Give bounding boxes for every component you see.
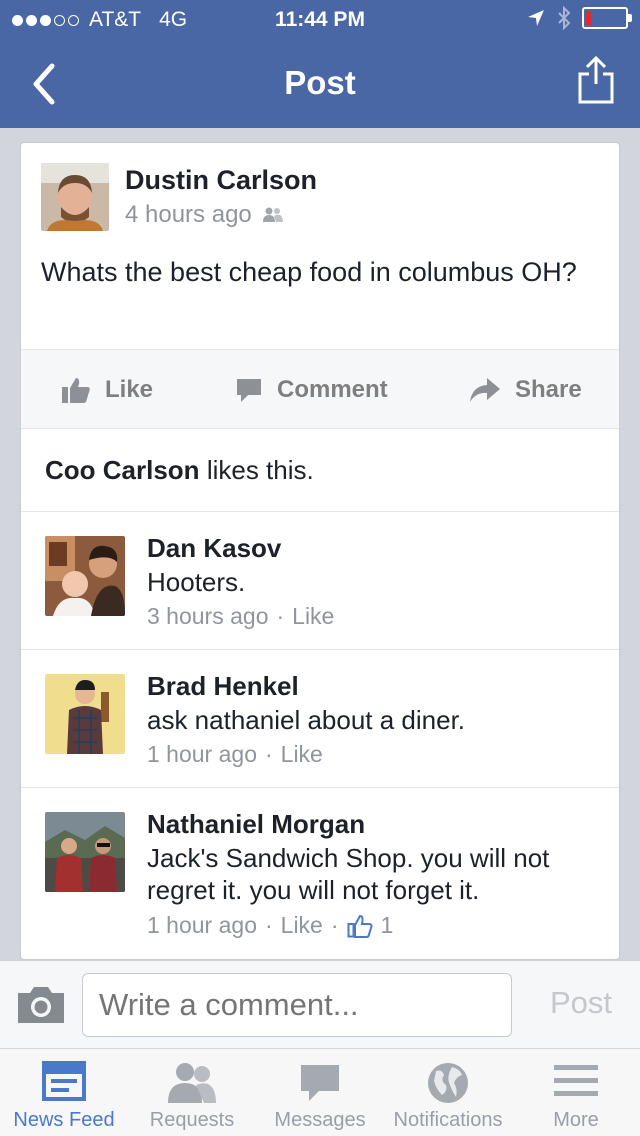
- post-actions: Like Comment Share: [21, 349, 619, 430]
- comment-item: Dan Kasov Hooters. 3 hours ago · Like: [21, 512, 619, 649]
- location-icon: [528, 10, 544, 26]
- meta-separator: ·: [276, 603, 285, 629]
- comment-text: ask nathaniel about a diner.: [147, 705, 466, 735]
- post-card: Dustin Carlson 4 hours ago Whats the bes…: [20, 142, 620, 960]
- commenter-avatar[interactable]: [45, 674, 125, 754]
- commenter-name[interactable]: Brad Henkel: [147, 671, 299, 702]
- status-bar: AT&T 4G 11:44 PM: [0, 0, 640, 40]
- thumbs-up-outline-icon: [347, 914, 373, 938]
- comment-meta: 1 hour ago · Like · 1: [147, 912, 393, 939]
- post-comment-button[interactable]: Post: [550, 985, 612, 1021]
- commenter-name[interactable]: Nathaniel Morgan: [147, 809, 365, 840]
- comment-item: Brad Henkel ask nathaniel about a diner.…: [21, 650, 619, 787]
- tab-label: Requests: [149, 1109, 235, 1131]
- menu-icon: [554, 1065, 598, 1096]
- tab-more[interactable]: More: [512, 1049, 640, 1136]
- news-feed-icon: [42, 1061, 86, 1101]
- comment-time: 3 hours ago: [147, 603, 269, 629]
- likes-suffix: likes this.: [206, 455, 314, 485]
- post-time[interactable]: 4 hours ago: [125, 201, 252, 229]
- meta-separator: ·: [264, 912, 273, 938]
- share-button[interactable]: Share: [469, 350, 582, 430]
- tab-label: News Feed: [13, 1109, 115, 1131]
- meta-separator: ·: [330, 912, 339, 938]
- share-arrow-icon: [470, 378, 500, 402]
- tab-label: More: [553, 1109, 599, 1131]
- meta-separator: ·: [264, 741, 273, 767]
- comment-like-count: 1: [380, 912, 394, 938]
- likes-summary[interactable]: Coo Carlson likes this.: [45, 455, 314, 486]
- post-meta: 4 hours ago: [125, 201, 284, 229]
- page-title: Post: [284, 64, 356, 101]
- comment-bubble-icon: [237, 379, 261, 402]
- comment-text: Hooters.: [147, 567, 246, 597]
- comment-meta: 3 hours ago · Like: [147, 603, 334, 630]
- globe-icon: [428, 1063, 468, 1103]
- tab-news-feed[interactable]: News Feed: [0, 1049, 128, 1136]
- requests-icon: [168, 1063, 216, 1103]
- post-text: Whats the best cheap food in columbus OH…: [41, 257, 577, 287]
- comment-button[interactable]: Comment: [235, 350, 388, 430]
- tab-messages[interactable]: Messages: [256, 1049, 384, 1136]
- comment-time: 1 hour ago: [147, 912, 257, 938]
- tab-notifications[interactable]: Notifications: [384, 1049, 512, 1136]
- commenter-avatar[interactable]: [45, 536, 125, 616]
- commenter-name[interactable]: Dan Kasov: [147, 533, 281, 564]
- liker-name[interactable]: Coo Carlson: [45, 455, 200, 485]
- comment-text: Jack's Sandwich Shop. you will not regre…: [147, 843, 550, 905]
- tab-requests[interactable]: Requests: [128, 1049, 256, 1136]
- comment-input[interactable]: [82, 973, 512, 1037]
- battery-icon: [582, 7, 632, 29]
- friends-icon: [262, 207, 283, 222]
- author-name[interactable]: Dustin Carlson: [125, 165, 317, 196]
- comment-like-link[interactable]: Like: [281, 912, 323, 939]
- camera-icon[interactable]: [16, 983, 66, 1025]
- comment-meta: 1 hour ago · Like: [147, 741, 323, 768]
- messages-icon: [301, 1065, 339, 1101]
- like-label: Like: [105, 376, 154, 403]
- bluetooth-icon: [558, 6, 571, 30]
- author-avatar[interactable]: [41, 163, 109, 231]
- comment-like-link[interactable]: Like: [281, 741, 323, 768]
- comment-like-link[interactable]: Like: [292, 603, 334, 630]
- commenter-avatar[interactable]: [45, 812, 125, 892]
- comment-time: 1 hour ago: [147, 741, 257, 767]
- comment-item: Nathaniel Morgan Jack's Sandwich Shop. y…: [21, 788, 619, 959]
- comment-composer: Post: [0, 960, 640, 1048]
- like-button[interactable]: Like: [61, 350, 153, 430]
- thumbs-up-icon: [62, 378, 90, 403]
- comment-label: Comment: [277, 376, 388, 403]
- tab-bar: News Feed Requests Messages Notification…: [0, 1048, 640, 1136]
- share-label: Share: [515, 376, 582, 403]
- tab-label: Messages: [274, 1109, 366, 1131]
- tab-label: Notifications: [393, 1109, 503, 1131]
- share-upload-icon[interactable]: [576, 54, 616, 106]
- top-bar: AT&T 4G 11:44 PM Post: [0, 0, 640, 128]
